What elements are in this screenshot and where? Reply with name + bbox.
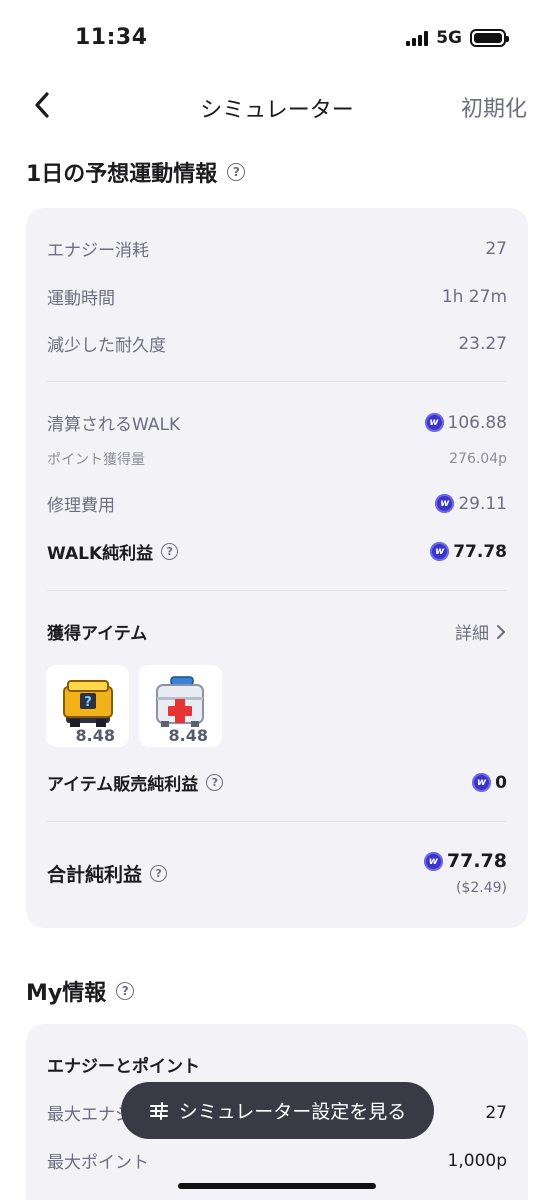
status-bar: 11:34 5G <box>0 0 554 76</box>
max-points-value: 1,000p <box>447 1150 507 1171</box>
walk-settled-value: 106.88 <box>447 412 507 433</box>
sliders-icon <box>149 1101 168 1120</box>
walk-net-profit-value-group: w 77.78 <box>430 542 507 562</box>
walk-settled-row: 清算されるWALK w 106.88 <box>47 410 507 436</box>
repair-cost-value-group: w 29.11 <box>435 494 507 514</box>
item-sales-profit-value: 0 <box>495 772 507 793</box>
energy-points-subheading: エナジーとポイント <box>47 1057 200 1077</box>
walk-coin-icon: w <box>423 851 443 871</box>
walk-coin-icon: w <box>430 542 450 561</box>
energy-points-header: エナジーとポイント <box>47 1052 507 1077</box>
walk-settled-value-group: w 106.88 <box>424 412 507 433</box>
items-detail-label: 詳細 <box>455 624 489 644</box>
simulator-settings-button[interactable]: シミュレーター設定を見る <box>121 1082 434 1139</box>
repair-cost-row: 修理費用 w 29.11 <box>47 491 507 517</box>
daily-info-card: エナジー消耗 27 運動時間 1h 27m 減少した耐久度 23.27 清算され… <box>26 208 528 928</box>
max-points-label: 最大ポイント <box>47 1153 149 1173</box>
item-sales-profit-row: アイテム販売純利益 ? w 0 <box>47 770 507 796</box>
stat-row-durability: 減少した耐久度 23.27 <box>47 331 507 357</box>
walk-coin-icon: w <box>435 494 455 513</box>
walk-net-profit-label: WALK純利益 <box>47 544 154 564</box>
items-header-row: 獲得アイテム 詳細 <box>47 619 507 644</box>
repair-kit-icon <box>156 676 204 727</box>
help-icon[interactable]: ? <box>116 982 135 1000</box>
daily-info-title: 1日の予想運動情報 <box>26 162 218 187</box>
points-earned-value: 276.04p <box>449 451 507 467</box>
durability-decrease-value: 23.27 <box>458 333 507 354</box>
simulator-settings-label: シミュレーター設定を見る <box>178 1101 407 1123</box>
help-icon[interactable]: ? <box>227 163 246 181</box>
divider <box>47 381 507 382</box>
energy-consumption-label: エナジー消耗 <box>47 241 149 261</box>
signal-icon <box>406 30 429 46</box>
walk-net-profit-value: 77.78 <box>453 541 507 562</box>
repair-cost-label: 修理費用 <box>47 496 115 516</box>
energy-consumption-value: 27 <box>485 238 507 259</box>
status-indicators: 5G <box>406 28 509 48</box>
my-info-title: My情報 <box>26 981 107 1006</box>
max-points-row: 最大ポイント 1,000p <box>47 1148 507 1174</box>
help-icon[interactable]: ? <box>206 774 224 791</box>
navigation-bar: シミュレーター 初期化 <box>0 80 554 130</box>
item-sales-profit-label-group: アイテム販売純利益 ? <box>47 770 224 795</box>
items-detail-link[interactable]: 詳細 <box>455 619 507 644</box>
durability-decrease-label: 減少した耐久度 <box>47 336 166 356</box>
daily-info-heading: 1日の予想運動情報 ? <box>26 156 246 188</box>
divider <box>47 821 507 822</box>
stat-row-energy: エナジー消耗 27 <box>47 236 507 262</box>
total-profit-value-group: w 77.78 <box>423 850 507 872</box>
chevron-right-icon <box>497 624 505 639</box>
walk-settled-label: 清算されるWALK <box>47 415 181 435</box>
walk-net-profit-label-group: WALK純利益 ? <box>47 539 179 564</box>
my-info-heading: My情報 ? <box>26 975 135 1007</box>
items-label: 獲得アイテム <box>47 624 148 644</box>
repair-cost-value: 29.11 <box>458 493 507 514</box>
points-earned-row: ポイント獲得量 276.04p <box>47 449 507 469</box>
home-indicator <box>178 1183 376 1189</box>
battery-icon <box>470 29 509 47</box>
item-sales-profit-label: アイテム販売純利益 <box>47 775 199 795</box>
svg-text:?: ? <box>84 695 92 710</box>
exercise-time-label: 運動時間 <box>47 289 115 309</box>
divider <box>47 590 507 591</box>
status-time: 11:34 <box>75 25 148 50</box>
total-profit-value-row: w 77.78 <box>47 850 507 872</box>
exercise-time-value: 1h 27m <box>441 286 507 307</box>
walk-coin-icon: w <box>424 413 444 432</box>
points-earned-label: ポイント獲得量 <box>47 452 145 468</box>
help-icon[interactable]: ? <box>161 543 179 560</box>
network-type: 5G <box>436 28 462 48</box>
stat-row-exercise-time: 運動時間 1h 27m <box>47 284 507 310</box>
item-tile-mystery-box[interactable]: ? 8.48 <box>46 665 129 747</box>
mystery-box-icon: ? <box>63 680 113 727</box>
item-count: 8.48 <box>75 726 115 745</box>
walk-coin-icon: w <box>472 773 492 792</box>
max-energy-value: 27 <box>485 1102 507 1123</box>
walk-net-profit-row: WALK純利益 ? w 77.78 <box>47 539 507 565</box>
max-energy-label: 最大エナジ <box>47 1105 132 1125</box>
item-sales-profit-value-group: w 0 <box>472 773 507 793</box>
reset-button[interactable]: 初期化 <box>461 91 527 123</box>
item-tile-repair-kit[interactable]: 8.48 <box>139 665 222 747</box>
item-count: 8.48 <box>168 726 208 745</box>
total-profit-value: 77.78 <box>446 850 507 872</box>
total-profit-usd: ($2.49) <box>455 880 507 896</box>
